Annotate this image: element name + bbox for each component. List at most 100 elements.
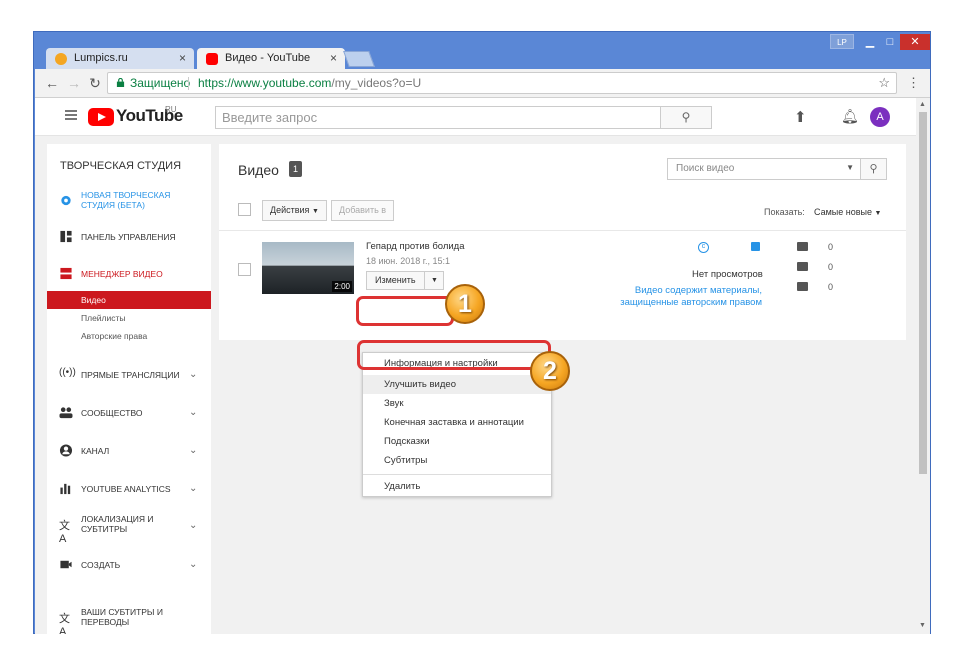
minimize-icon[interactable]: ▁ (860, 34, 880, 50)
sidebar-item-dashboard[interactable]: ПАНЕЛЬ УПРАВЛЕНИЯ (47, 229, 211, 245)
close-tab-icon[interactable]: × (330, 51, 337, 65)
add-to-button[interactable]: Добавить в (331, 200, 395, 221)
sidebar-subitem-playlists[interactable]: Плейлисты (47, 309, 211, 327)
sidebar-item-label: СООБЩЕСТВО (81, 408, 143, 418)
edit-dropdown-menu: Информация и настройки Улучшить видео Зв… (362, 352, 552, 497)
sidebar-item-live[interactable]: ((•)) ПРЯМЫЕ ТРАНСЛЯЦИИ ⌄ (47, 367, 211, 383)
logo-region: RU (165, 105, 177, 114)
video-thumbnail[interactable]: 2:00 (262, 242, 354, 294)
thumbs-down-icon (797, 282, 808, 291)
chevron-down-icon[interactable]: ⌄ (189, 407, 197, 418)
video-search-placeholder: Поиск видео (676, 163, 735, 174)
search-button[interactable]: ⚲ (660, 106, 712, 129)
sidebar-item-video-manager[interactable]: МЕНЕДЖЕР ВИДЕО (47, 266, 211, 282)
chevron-down-icon[interactable]: ⌄ (189, 369, 197, 380)
sort-value: Самые новые (814, 207, 872, 217)
url-text: https://www.youtube.com/my_videos?o=U (198, 73, 421, 93)
browser-menu-icon[interactable]: ⋮ (907, 75, 920, 91)
sidebar-item-label: МЕНЕДЖЕР ВИДЕО (81, 269, 163, 279)
sidebar-item-community[interactable]: СООБЩЕСТВО ⌄ (47, 405, 211, 421)
chevron-down-icon[interactable]: ⌄ (189, 559, 197, 570)
video-duration: 2:00 (332, 281, 352, 292)
copyright-notice-link[interactable]: Видео содержит материалы, защищенные авт… (612, 285, 762, 309)
menu-item-audio[interactable]: Звук (363, 394, 551, 413)
menu-separator (363, 474, 551, 475)
sidebar-item-your-subtitles[interactable]: 文A ВАШИ СУБТИТРЫ И ПЕРЕВОДЫ (47, 607, 211, 634)
comments-count: 0 (828, 242, 834, 252)
sidebar-subitem-videos[interactable]: Видео (47, 291, 211, 309)
chevron-down-icon[interactable]: ⌄ (189, 483, 197, 494)
step-1-badge: 1 (445, 284, 485, 324)
edit-label: Изменить (375, 275, 416, 285)
sidebar-item-localization[interactable]: 文A ЛОКАЛИЗАЦИЯ И СУБТИТРЫ ⌄ (47, 514, 211, 545)
sidebar-item-label: КАНАЛ (81, 446, 110, 456)
close-tab-icon[interactable]: × (179, 51, 186, 65)
page-title: Видео (238, 162, 279, 178)
maximize-icon[interactable]: □ (880, 34, 900, 50)
live-icon: ((•)) (59, 367, 76, 378)
close-window-icon[interactable]: ✕ (900, 34, 930, 50)
video-search-button[interactable]: ⚲ (860, 158, 887, 180)
analytics-icon (60, 483, 71, 495)
dislikes-count: 0 (828, 282, 834, 292)
menu-item-delete[interactable]: Удалить (363, 477, 551, 496)
divider (219, 230, 906, 231)
sidebar-item-label: ПАНЕЛЬ УПРАВЛЕНИЯ (81, 232, 176, 242)
caret-down-icon: ▼ (874, 210, 882, 217)
menu-item-subtitles[interactable]: Субтитры (363, 451, 551, 470)
highlight-enhance-video (357, 340, 551, 370)
tab-title: Видео - YouTube (225, 52, 311, 64)
community-icon (59, 407, 73, 419)
subtitles-icon: 文A (59, 613, 70, 634)
chevron-down-icon[interactable]: ⌄ (189, 445, 197, 456)
bookmark-star-icon[interactable]: ☆ (878, 73, 890, 93)
copyright-icon[interactable]: c (698, 242, 709, 253)
page-scrollbar[interactable]: ▲ ▼ (916, 98, 930, 634)
menu-item-end-screen[interactable]: Конечная заставка и аннотации (363, 413, 551, 432)
video-date: 18 июн. 2018 г., 15:1 (366, 256, 450, 266)
scroll-down-icon[interactable]: ▼ (919, 622, 926, 629)
chevron-down-icon[interactable]: ⌄ (189, 520, 197, 531)
browser-toolbar: ← → ↻ Защищено https://www.youtube.com/m… (35, 69, 930, 98)
new-tab-button[interactable] (343, 51, 375, 67)
sidebar-subitem-copyright[interactable]: Авторские права (47, 327, 211, 345)
scroll-up-icon[interactable]: ▲ (919, 101, 926, 108)
hamburger-menu-icon[interactable] (65, 110, 77, 120)
sidebar-item-analytics[interactable]: YOUTUBE ANALYTICS ⌄ (47, 481, 211, 497)
sidebar-item-channel[interactable]: КАНАЛ ⌄ (47, 443, 211, 459)
tab-youtube[interactable]: Видео - YouTube × (197, 48, 345, 70)
avatar[interactable]: A (870, 107, 890, 127)
caret-down-icon[interactable]: ▼ (846, 163, 854, 172)
page-content: YouTube RU Введите запрос ⚲ ⬆ 🔔︎ A ТВОРЧ… (35, 98, 916, 634)
video-row-checkbox[interactable] (238, 263, 251, 276)
search-input[interactable]: Введите запрос (215, 106, 661, 129)
sidebar-item-create[interactable]: СОЗДАТЬ ⌄ (47, 557, 211, 573)
caret-down-icon[interactable]: ▼ (424, 272, 444, 289)
private-lock-icon[interactable] (751, 242, 760, 251)
tab-lumpics[interactable]: Lumpics.ru × (46, 48, 194, 70)
scrollbar-thumb[interactable] (919, 112, 927, 474)
lumpics-favicon-icon (55, 53, 67, 65)
upload-icon[interactable]: ⬆ (794, 108, 807, 126)
select-all-checkbox[interactable] (238, 203, 251, 216)
sort-select[interactable]: Самые новые ▼ (814, 207, 881, 217)
profile-badge[interactable]: LP (830, 34, 854, 49)
actions-button[interactable]: Действия ▼ (262, 200, 327, 221)
forward-icon[interactable]: → (66, 75, 82, 91)
dashboard-icon (60, 230, 72, 243)
youtube-logo-icon[interactable] (88, 108, 114, 126)
address-bar[interactable]: Защищено https://www.youtube.com/my_vide… (107, 72, 897, 94)
youtube-favicon-icon (206, 53, 218, 65)
back-icon[interactable]: ← (44, 75, 60, 91)
sidebar-item-new-studio[interactable]: НОВАЯ ТВОРЧЕСКАЯ СТУДИЯ (БЕТА) (47, 190, 211, 214)
menu-item-cards[interactable]: Подсказки (363, 432, 551, 451)
actions-label: Действия (270, 205, 310, 215)
reload-icon[interactable]: ↻ (87, 75, 103, 91)
edit-button[interactable]: Изменить ▼ (366, 271, 444, 290)
menu-item-enhance-video[interactable]: Улучшить видео (363, 375, 551, 394)
notifications-bell-icon[interactable]: 🔔︎ (841, 108, 859, 125)
video-search-input[interactable]: Поиск видео ▼ (667, 158, 861, 180)
video-title[interactable]: Гепард против болида (366, 241, 465, 252)
camera-icon (60, 560, 72, 569)
video-manager-card: Видео 1 Поиск видео ▼ ⚲ Действия ▼ Добав… (219, 144, 906, 340)
